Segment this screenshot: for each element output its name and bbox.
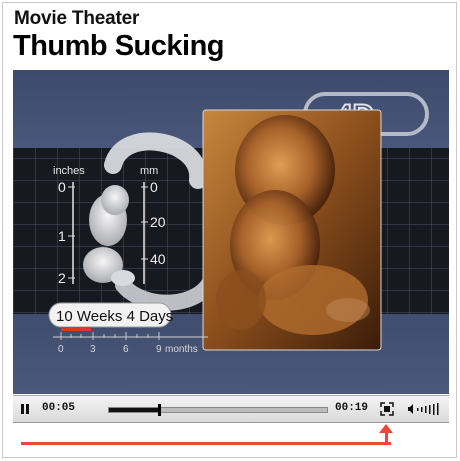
ruler-inches-label: inches [53, 165, 85, 177]
inch-tick-label: 2 [58, 270, 66, 286]
seek-bar[interactable] [108, 404, 328, 416]
fullscreen-button[interactable] [377, 400, 397, 418]
month-tick-label: 9 [156, 344, 162, 355]
ultrasound-scan-image [202, 109, 382, 351]
section-kicker: Movie Theater [14, 8, 140, 29]
annotation-arrow-head [379, 424, 393, 433]
fullscreen-icon [380, 402, 394, 416]
page-title: Thumb Sucking [13, 30, 225, 62]
pause-button[interactable] [16, 400, 34, 418]
month-tick-label: 3 [90, 344, 96, 355]
age-label: 10 Weeks 4 Days [56, 308, 173, 325]
mm-tick-label: 0 [150, 179, 158, 195]
pause-icon [21, 404, 29, 414]
mm-tick-label: 40 [150, 251, 166, 267]
video-frame: 4D inches mm 0 1 2 0 20 40 [13, 92, 449, 355]
inch-tick-label: 0 [58, 179, 66, 195]
inch-tick-label: 1 [58, 228, 66, 244]
month-tick-label: 0 [58, 344, 64, 355]
elapsed-time: 00:05 [42, 402, 76, 414]
video-screen[interactable]: 4D inches mm 0 1 2 0 20 40 [13, 70, 449, 394]
seek-progress [109, 408, 160, 412]
annotation-arrow-line [21, 442, 391, 445]
volume-button[interactable] [406, 400, 444, 418]
mm-tick-label: 20 [150, 214, 166, 230]
ruler-mm-label: mm [140, 165, 158, 177]
month-tick-label: 6 [123, 344, 129, 355]
seek-handle[interactable] [158, 404, 162, 416]
total-duration: 00:19 [335, 402, 369, 414]
volume-icon [408, 403, 439, 415]
age-progress [61, 327, 91, 331]
player-controls: 00:05 00:19 [13, 395, 449, 423]
month-unit-label: months [165, 344, 198, 355]
